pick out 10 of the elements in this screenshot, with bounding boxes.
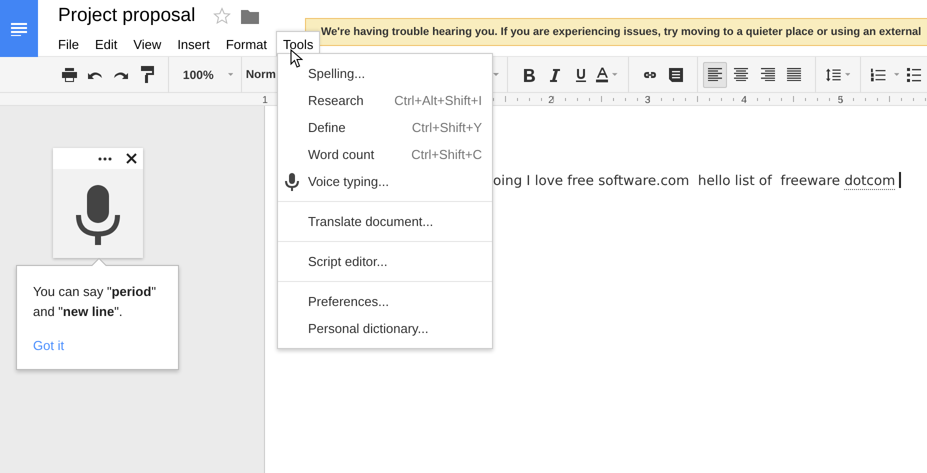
ruler-number: 1: [262, 95, 268, 105]
tip-text: You can say "period" and "new line".: [33, 283, 157, 321]
ruler-number: 3: [644, 95, 650, 105]
shortcut-label: Ctrl+Shift+C: [411, 147, 482, 162]
ruler-number: 2: [548, 95, 554, 105]
ruler-number: 4: [741, 95, 747, 105]
document-text: oing I love free software.com hello list of freeware: [493, 173, 840, 189]
ruler-number: 5: [838, 95, 844, 105]
shortcut-label: Ctrl+Alt+Shift+I: [394, 93, 482, 108]
shortcut-label: Ctrl+Shift+Y: [412, 120, 482, 135]
